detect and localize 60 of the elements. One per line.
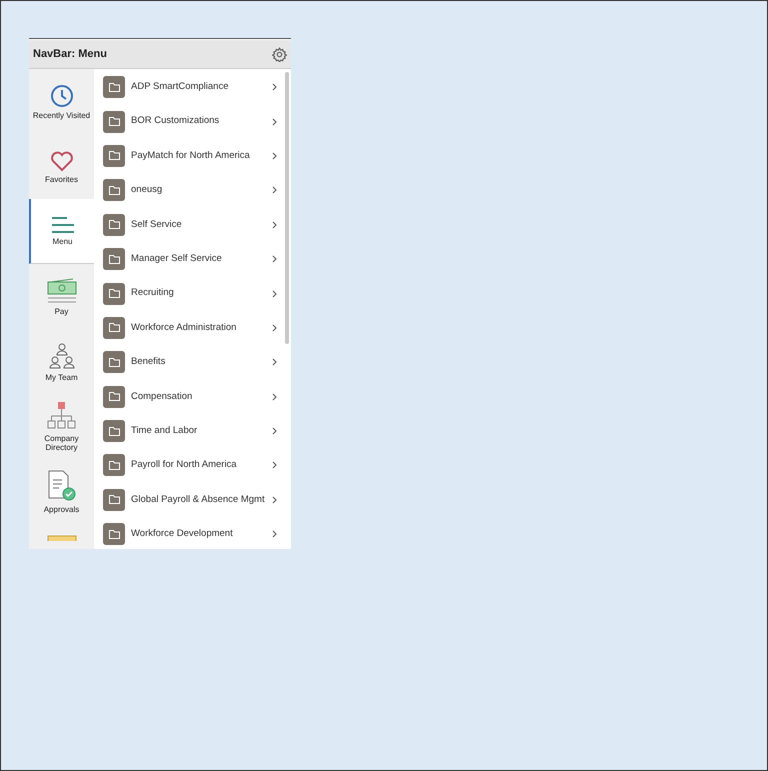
- folder-icon: [103, 248, 125, 270]
- folder-icon: [103, 282, 125, 305]
- folder-link[interactable]: Payroll for North America: [94, 448, 291, 483]
- folder-link[interactable]: oneusg: [94, 173, 291, 208]
- folder-icon: [103, 179, 125, 202]
- folder-icon: [103, 386, 125, 408]
- settings-icon[interactable]: [272, 46, 287, 62]
- folder-icon: [103, 454, 125, 476]
- folder-link[interactable]: Self Service: [94, 208, 291, 242]
- chevron-right-icon: [272, 255, 277, 264]
- chevron-right-icon: [272, 290, 277, 298]
- folder-icon: [103, 420, 125, 442]
- scrollbar[interactable]: [285, 72, 289, 344]
- folder-icon: [103, 316, 125, 339]
- heart-icon: [50, 150, 74, 172]
- sidebar-item[interactable]: Favorites: [29, 134, 94, 199]
- sidebar-item[interactable]: Menu: [29, 199, 94, 264]
- folder-icon: [103, 110, 125, 133]
- folder-link[interactable]: BOR Customizations: [94, 104, 291, 139]
- note-icon: [46, 535, 76, 541]
- sidebar-item[interactable]: Approvals: [29, 459, 94, 524]
- chevron-right-icon: [272, 118, 277, 126]
- chevron-right-icon: [272, 186, 277, 194]
- folder-link[interactable]: Recruiting: [94, 276, 291, 311]
- folder-link[interactable]: Global Payroll & Absence Mgmt: [94, 482, 291, 518]
- folder-icon: [103, 523, 125, 546]
- org-chart-icon: [46, 401, 76, 431]
- money-icon: [46, 278, 76, 304]
- sidebar-item[interactable]: Recently Visited: [29, 69, 94, 134]
- chevron-right-icon: [272, 152, 277, 160]
- sidebar-item[interactable]: Company Directory: [29, 394, 94, 459]
- folder-icon: [103, 76, 125, 98]
- chevron-right-icon: [272, 358, 277, 366]
- chevron-right-icon: [272, 220, 277, 229]
- folder-link[interactable]: Manager Self Service: [94, 242, 291, 276]
- navbar-title: NavBar: Menu: [33, 46, 107, 62]
- chevron-right-icon: [272, 496, 277, 504]
- folder-link[interactable]: Compensation: [94, 380, 291, 414]
- folder-link[interactable]: PayMatch for North America: [94, 138, 291, 174]
- folder-icon: [103, 488, 125, 511]
- folder-icon: [103, 214, 125, 236]
- folder-link[interactable]: Benefits: [94, 345, 291, 380]
- clock-icon: [50, 84, 74, 108]
- folder-link[interactable]: Workforce Development: [94, 517, 291, 549]
- chevron-right-icon: [272, 461, 277, 470]
- chevron-right-icon: [272, 392, 277, 401]
- folder-link[interactable]: ADP SmartCompliance: [94, 70, 291, 104]
- menu-icon: [50, 216, 74, 234]
- sidebar-item[interactable]: Pay: [29, 264, 94, 329]
- chevron-right-icon: [272, 427, 277, 436]
- folder-link[interactable]: Time and Labor: [94, 414, 291, 448]
- folder-icon: [103, 351, 125, 374]
- sidebar-item[interactable]: My Team: [29, 329, 94, 394]
- chevron-right-icon: [272, 83, 277, 92]
- people-icon: [48, 342, 76, 370]
- folder-icon: [103, 144, 125, 167]
- folder-link[interactable]: Workforce Administration: [94, 310, 291, 346]
- chevron-right-icon: [272, 324, 277, 332]
- chevron-right-icon: [272, 530, 277, 538]
- document-check-icon: [46, 470, 76, 502]
